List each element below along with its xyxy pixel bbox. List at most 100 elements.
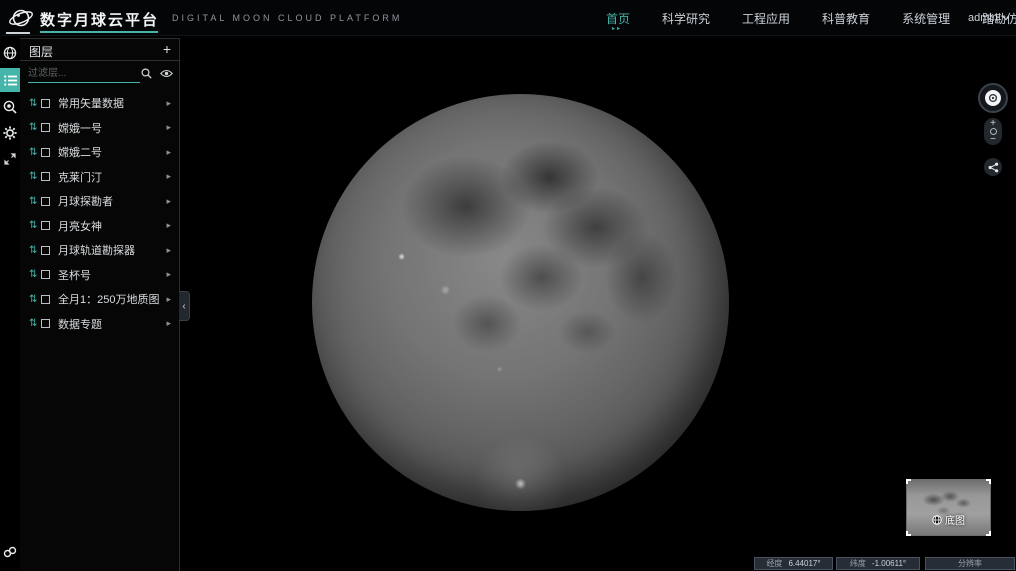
main-nav: 首页 ▸▸ 科学研究 工程应用 科普教育 系统管理 踏勘仿真	[606, 0, 1016, 36]
layers-tool-button[interactable]	[0, 68, 20, 92]
layer-tree-row[interactable]: ⇅ 数据专题 ▸	[20, 312, 178, 337]
layer-tree-row[interactable]: ⇅ 圣杯号 ▸	[20, 263, 178, 288]
drag-handle-icon[interactable]: ⇅	[29, 171, 39, 182]
minimap-label: 底图	[907, 512, 990, 527]
expand-arrow-icon[interactable]: ▸	[166, 147, 171, 158]
drag-handle-icon[interactable]: ⇅	[29, 196, 39, 207]
fullscreen-tool-button[interactable]	[0, 148, 20, 170]
layer-filter-row	[20, 61, 179, 87]
longitude-label: 经度	[766, 559, 783, 568]
nav-item-home-label: 首页	[606, 11, 631, 26]
user-name: admin	[968, 12, 998, 24]
layer-panel-title: 图层	[29, 45, 54, 59]
layer-label: 月亮女神	[58, 220, 102, 233]
link-tool-button[interactable]	[0, 541, 20, 563]
title-accent-underline	[40, 31, 158, 33]
compass-control[interactable]	[978, 83, 1008, 113]
search-tool-button[interactable]	[0, 96, 20, 118]
minimap-corner-handle	[986, 479, 991, 484]
layer-label: 全月1：250万地质图	[58, 294, 160, 307]
layer-label: 圣杯号	[58, 269, 91, 282]
platform-logo-icon	[9, 9, 33, 27]
page-title: 数字月球云平台	[40, 12, 160, 29]
expand-arrows-icon	[4, 153, 16, 165]
layer-tree-row[interactable]: ⇅ 克莱门汀 ▸	[20, 165, 178, 190]
resolution-label: 分辨率	[958, 559, 982, 568]
layer-label: 克莱门汀	[58, 171, 102, 184]
layer-tree-row[interactable]: ⇅ 月球探勘者 ▸	[20, 189, 178, 214]
drag-handle-icon[interactable]: ⇅	[29, 98, 39, 109]
latitude-value: -1.00611°	[871, 559, 907, 568]
layer-checkbox[interactable]	[41, 147, 50, 157]
panel-collapse-button[interactable]: ‹	[179, 291, 190, 321]
add-layer-button[interactable]: +	[163, 41, 171, 57]
expand-arrow-icon[interactable]: ▸	[166, 196, 171, 207]
logo-underline	[6, 32, 30, 34]
drag-handle-icon[interactable]: ⇅	[29, 318, 39, 329]
user-menu[interactable]: admin	[968, 0, 1010, 36]
eye-icon[interactable]	[160, 68, 173, 79]
minimap-corner-handle	[906, 479, 911, 484]
nav-item-system[interactable]: 系统管理	[902, 10, 950, 27]
nav-item-science[interactable]: 科学研究	[662, 10, 710, 27]
basemap-globe-icon	[932, 514, 942, 525]
resolution-readout: 分辨率	[925, 557, 1015, 570]
layer-checkbox[interactable]	[41, 221, 50, 231]
zoom-in-button[interactable]: +	[990, 119, 996, 129]
layer-label: 嫦娥一号	[58, 122, 102, 135]
layer-checkbox[interactable]	[41, 319, 50, 329]
drag-handle-icon[interactable]: ⇅	[29, 269, 39, 280]
search-globe-icon	[3, 100, 17, 114]
expand-arrow-icon[interactable]: ▸	[166, 220, 171, 231]
expand-arrow-icon[interactable]: ▸	[166, 171, 171, 182]
nav-item-engineering[interactable]: 工程应用	[742, 10, 790, 27]
link-chain-icon	[3, 546, 17, 558]
layer-list-icon	[3, 74, 17, 86]
drag-handle-icon[interactable]: ⇅	[29, 245, 39, 256]
layer-tree-row[interactable]: ⇅ 嫦娥二号 ▸	[20, 140, 178, 165]
overview-minimap[interactable]: 底图	[906, 479, 991, 536]
gear-icon	[3, 126, 17, 140]
drag-handle-icon[interactable]: ⇅	[29, 220, 39, 231]
expand-arrow-icon[interactable]: ▸	[166, 98, 171, 109]
layer-tree-row[interactable]: ⇅ 常用矢量数据 ▸	[20, 91, 178, 116]
settings-tool-button[interactable]	[0, 122, 20, 144]
layer-tree-row[interactable]: ⇅ 全月1：250万地质图 ▸	[20, 287, 178, 312]
expand-arrow-icon[interactable]: ▸	[166, 269, 171, 280]
layer-checkbox[interactable]	[41, 172, 50, 182]
nav-home-active-indicator: ▸▸	[612, 25, 623, 32]
layer-checkbox[interactable]	[41, 196, 50, 206]
layer-checkbox[interactable]	[41, 294, 50, 304]
latitude-readout: 纬度 -1.00611°	[836, 557, 920, 570]
expand-arrow-icon[interactable]: ▸	[166, 245, 171, 256]
expand-arrow-icon[interactable]: ▸	[166, 122, 171, 133]
nav-item-home[interactable]: 首页 ▸▸	[606, 10, 631, 32]
compass-gyro-icon	[985, 90, 1001, 106]
search-icon[interactable]	[141, 68, 152, 79]
globe-tool-button[interactable]	[0, 42, 20, 64]
chevron-down-icon	[1002, 16, 1010, 21]
zoom-out-button[interactable]: −	[990, 135, 996, 145]
layer-panel-header: 图层 +	[20, 39, 179, 61]
drag-handle-icon[interactable]: ⇅	[29, 294, 39, 305]
layer-checkbox[interactable]	[41, 270, 50, 280]
drag-handle-icon[interactable]: ⇅	[29, 147, 39, 158]
share-button[interactable]	[984, 158, 1002, 176]
layer-tree: ⇅ 常用矢量数据 ▸ ⇅ 嫦娥一号 ▸ ⇅ 嫦娥二号 ▸ ⇅ 克莱门汀 ▸ ⇅ …	[20, 91, 178, 336]
expand-arrow-icon[interactable]: ▸	[166, 318, 171, 329]
layer-checkbox[interactable]	[41, 245, 50, 255]
expand-arrow-icon[interactable]: ▸	[166, 294, 171, 305]
drag-handle-icon[interactable]: ⇅	[29, 122, 39, 133]
moon-globe[interactable]	[312, 94, 729, 511]
layer-checkbox[interactable]	[41, 98, 50, 108]
share-icon	[988, 162, 998, 172]
layer-tree-row[interactable]: ⇅ 嫦娥一号 ▸	[20, 116, 178, 141]
page-subtitle: DIGITAL MOON CLOUD PLATFORM	[172, 13, 403, 23]
nav-item-education[interactable]: 科普教育	[822, 10, 870, 27]
layer-filter-input[interactable]	[28, 65, 140, 83]
longitude-readout: 经度 6.44017°	[754, 557, 833, 570]
left-tool-rail	[0, 36, 20, 571]
layer-tree-row[interactable]: ⇅ 月球轨道勘探器 ▸	[20, 238, 178, 263]
layer-checkbox[interactable]	[41, 123, 50, 133]
layer-tree-row[interactable]: ⇅ 月亮女神 ▸	[20, 214, 178, 239]
